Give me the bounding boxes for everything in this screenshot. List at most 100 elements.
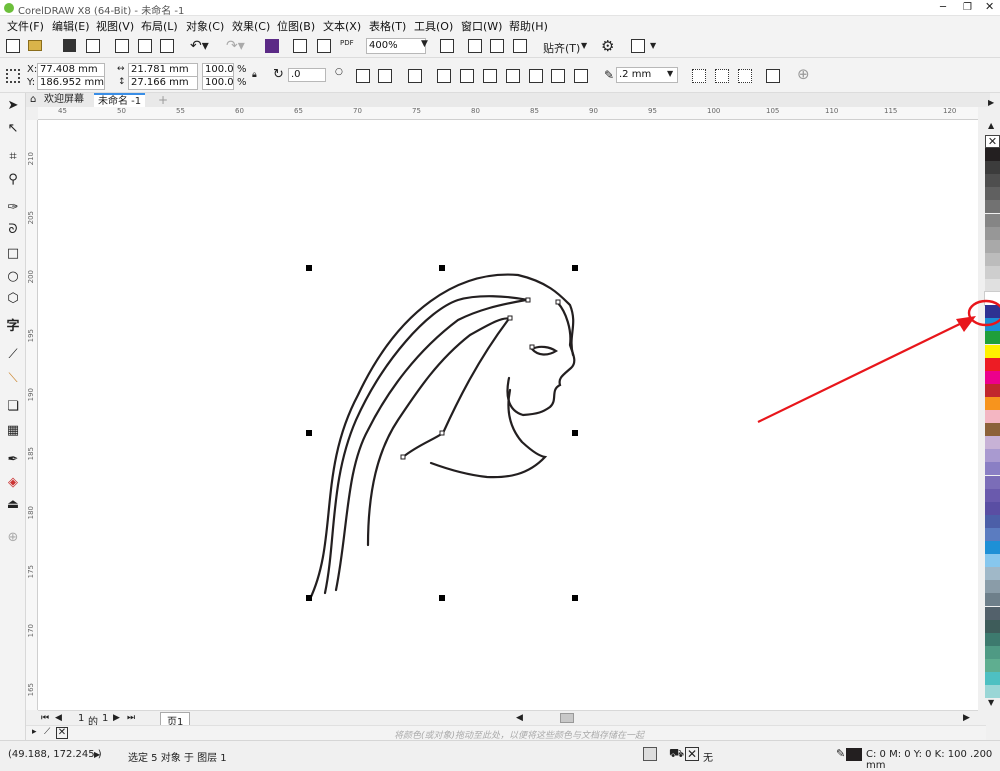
connector-tool-icon[interactable]: ⟍	[4, 370, 22, 388]
palette-swatch[interactable]	[985, 410, 1000, 423]
search-content-icon[interactable]	[265, 39, 279, 53]
no-color-swatch[interactable]: ✕	[985, 135, 1000, 148]
save-icon[interactable]	[63, 39, 76, 52]
selection-handle-middle-right[interactable]	[572, 430, 578, 436]
palette-swatch[interactable]	[985, 200, 1000, 214]
palette-flyout-icon[interactable]: ▶	[988, 98, 994, 107]
palette-swatch[interactable]	[985, 174, 1000, 188]
palette-swatch[interactable]	[985, 331, 1000, 345]
menu-table[interactable]: 表格(T)	[369, 18, 406, 34]
scroll-right-icon[interactable]: ▶	[963, 713, 970, 723]
object-origin-icon[interactable]	[6, 69, 20, 83]
trim-icon[interactable]	[460, 69, 474, 83]
redo-icon[interactable]: ↷▾	[226, 38, 245, 54]
palette-swatch[interactable]	[985, 344, 1000, 358]
node-handle[interactable]	[439, 430, 445, 436]
zoom-tool-icon[interactable]: ⚲	[4, 171, 22, 189]
first-page-icon[interactable]: ⏮	[41, 713, 49, 723]
palette-swatch[interactable]	[985, 672, 1000, 685]
palette-swatch[interactable]	[985, 632, 1000, 646]
maximize-icon[interactable]: ❐	[963, 3, 973, 13]
eyedropper-tool-icon[interactable]: ✒	[4, 451, 22, 469]
application-launcher-icon[interactable]	[631, 39, 645, 53]
transparency-tool-icon[interactable]: ▦	[4, 422, 22, 440]
palette-swatch[interactable]	[985, 541, 1000, 554]
selection-handle-middle-left[interactable]	[306, 430, 312, 436]
palette-swatch[interactable]	[985, 514, 1000, 528]
palette-swatch[interactable]	[985, 449, 1000, 463]
palette-swatch[interactable]	[985, 580, 1000, 594]
boundary-icon[interactable]	[574, 69, 588, 83]
palette-swatch[interactable]	[985, 252, 1000, 266]
close-icon[interactable]: ✕	[985, 1, 995, 12]
show-guidelines-icon[interactable]	[513, 39, 527, 53]
menu-bitmap[interactable]: 位图(B)	[277, 18, 315, 34]
menu-edit[interactable]: 编辑(E)	[52, 18, 90, 34]
last-page-icon[interactable]: ⏭	[127, 713, 135, 723]
palette-swatch[interactable]	[985, 213, 1000, 227]
zoom-level-field[interactable]: 400%	[366, 38, 426, 54]
menu-tools[interactable]: 工具(O)	[414, 18, 453, 34]
snap-dropdown-icon[interactable]: ▼	[581, 41, 587, 50]
scale-width-field[interactable]: 100.0	[202, 63, 234, 77]
scroll-left-icon[interactable]: ◀	[516, 713, 523, 723]
menu-view[interactable]: 视图(V)	[96, 18, 134, 34]
show-grid-icon[interactable]	[490, 39, 504, 53]
quick-trace-icon[interactable]	[715, 69, 729, 83]
freehand-tool-icon[interactable]: ✑	[4, 199, 22, 217]
palette-swatch[interactable]	[985, 685, 1000, 699]
node-handle[interactable]	[555, 299, 561, 305]
outline-color-swatch[interactable]	[846, 748, 862, 761]
parallel-dimension-tool-icon[interactable]: ⟋	[4, 346, 22, 364]
palette-swatch[interactable]	[985, 370, 1000, 384]
palette-swatch[interactable]	[985, 187, 1000, 201]
shape-tool-icon[interactable]: ↖	[4, 120, 22, 138]
selection-handle-bottom-left[interactable]	[306, 595, 312, 601]
undo-icon[interactable]: ↶▾	[190, 38, 209, 54]
tab-document[interactable]: 未命名 -1	[94, 93, 146, 107]
snap-to-menu[interactable]: 贴齐(T)	[543, 40, 580, 56]
launcher-dropdown-icon[interactable]: ▼	[650, 41, 656, 50]
palette-swatch[interactable]	[985, 527, 1000, 541]
selection-handle-bottom-center[interactable]	[439, 595, 445, 601]
outline-pen-status-icon[interactable]: ✎	[836, 747, 845, 760]
horizontal-ruler[interactable]: 45 50 55 60 65 70 75 80 85 90 95 100 105 110 115 120	[38, 107, 978, 120]
options-gear-icon[interactable]: ⚙	[601, 37, 614, 55]
import-icon[interactable]	[293, 39, 307, 53]
width-field[interactable]: 21.781 mm	[128, 63, 198, 77]
drawing-canvas[interactable]	[38, 120, 978, 710]
palette-swatch[interactable]	[985, 423, 1000, 437]
horizontal-scroll-thumb[interactable]	[560, 713, 574, 723]
eyedropper-icon[interactable]: ⟋	[44, 727, 50, 737]
palette-swatch[interactable]	[985, 265, 1000, 279]
palette-swatch[interactable]	[985, 475, 1000, 489]
open-folder-icon[interactable]	[28, 40, 42, 51]
fill-none-swatch-icon[interactable]: ✕	[685, 747, 699, 761]
palette-swatch[interactable]	[985, 593, 1000, 607]
wrap-text-icon[interactable]	[692, 69, 706, 83]
x-position-field[interactable]: 77.408 mm	[37, 63, 105, 77]
no-color-swatch-icon[interactable]: ✕	[56, 727, 68, 739]
weld-icon[interactable]	[437, 69, 451, 83]
home-icon[interactable]: ⌂	[30, 94, 36, 105]
menu-effects[interactable]: 效果(C)	[232, 18, 270, 34]
palette-swatch[interactable]	[985, 645, 1000, 659]
palette-swatch[interactable]	[985, 462, 1000, 476]
palette-swatch[interactable]	[985, 436, 1000, 450]
add-property-icon[interactable]: ⊕	[797, 65, 810, 83]
menu-help[interactable]: 帮助(H)	[509, 18, 548, 34]
palette-swatch[interactable]	[985, 279, 1000, 292]
palette-swatch[interactable]	[985, 226, 1000, 240]
palette-swatch[interactable]	[985, 161, 1000, 175]
export-icon[interactable]	[317, 39, 331, 53]
new-document-icon[interactable]	[6, 39, 20, 53]
text-tool-icon[interactable]: 字	[4, 318, 22, 336]
rectangle-tool-icon[interactable]: □	[4, 245, 22, 263]
cut-icon[interactable]	[115, 39, 129, 53]
palette-scroll-down-icon[interactable]: ▼	[988, 698, 994, 707]
node-handle[interactable]	[525, 297, 531, 303]
align-distribute-icon[interactable]	[766, 69, 780, 83]
mirror-vertical-icon[interactable]	[378, 69, 392, 83]
menu-layout[interactable]: 布局(L)	[141, 18, 178, 34]
next-page-icon[interactable]: ▶	[113, 713, 120, 723]
